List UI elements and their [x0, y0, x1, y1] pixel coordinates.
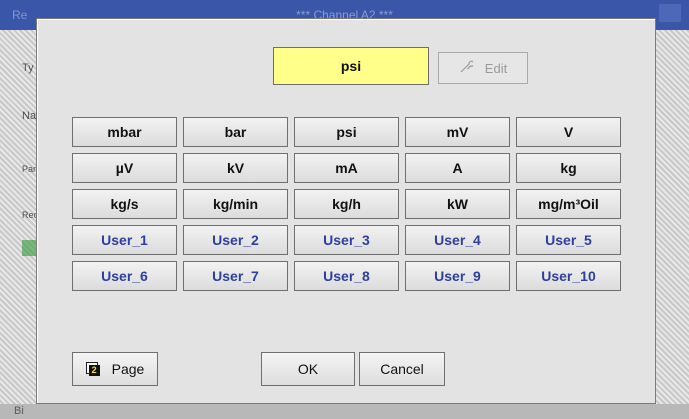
unit-button-kw[interactable]: kW [405, 189, 510, 219]
wrench-icon [459, 60, 475, 77]
unit-selection-dialog: psi Edit mbar bar psi mV V µV kV mA A kg… [36, 18, 656, 404]
edit-button[interactable]: Edit [438, 52, 528, 84]
background-status-indicator [659, 4, 681, 22]
unit-button-mv[interactable]: mV [405, 117, 510, 147]
selected-unit-display: psi [273, 47, 429, 85]
unit-button-mbar[interactable]: mbar [72, 117, 177, 147]
ok-button[interactable]: OK [261, 352, 355, 386]
unit-button-kg-h[interactable]: kg/h [294, 189, 399, 219]
unit-button-user-2[interactable]: User_2 [183, 225, 288, 255]
unit-button-kv[interactable]: kV [183, 153, 288, 183]
unit-button-user-4[interactable]: User_4 [405, 225, 510, 255]
background-label: Ty [22, 62, 34, 74]
unit-button-ma[interactable]: mA [294, 153, 399, 183]
background-label: Na [22, 110, 37, 122]
page-icon: 2 [85, 362, 100, 376]
unit-button-microvolt[interactable]: µV [72, 153, 177, 183]
unit-button-user-9[interactable]: User_9 [405, 261, 510, 291]
unit-button-psi[interactable]: psi [294, 117, 399, 147]
unit-button-user-1[interactable]: User_1 [72, 225, 177, 255]
unit-button-user-8[interactable]: User_8 [294, 261, 399, 291]
background-bottombar: Bi [0, 404, 689, 419]
unit-button-kg[interactable]: kg [516, 153, 621, 183]
unit-button-user-6[interactable]: User_6 [72, 261, 177, 291]
unit-button-bar[interactable]: bar [183, 117, 288, 147]
unit-button-mg-m3-oil[interactable]: mg/m³Oil [516, 189, 621, 219]
background-label: Bi [14, 405, 24, 417]
unit-button-v[interactable]: V [516, 117, 621, 147]
cancel-button[interactable]: Cancel [359, 352, 445, 386]
page-button[interactable]: 2 Page [72, 352, 158, 386]
unit-button-a[interactable]: A [405, 153, 510, 183]
unit-button-kg-s[interactable]: kg/s [72, 189, 177, 219]
background-checkbox [22, 240, 36, 256]
unit-button-user-7[interactable]: User_7 [183, 261, 288, 291]
edit-button-label: Edit [484, 60, 508, 76]
unit-button-kg-min[interactable]: kg/min [183, 189, 288, 219]
unit-button-user-10[interactable]: User_10 [516, 261, 621, 291]
page-icon-number: 2 [88, 365, 100, 376]
unit-button-user-5[interactable]: User_5 [516, 225, 621, 255]
unit-button-user-3[interactable]: User_3 [294, 225, 399, 255]
page-button-label: Page [111, 361, 145, 377]
